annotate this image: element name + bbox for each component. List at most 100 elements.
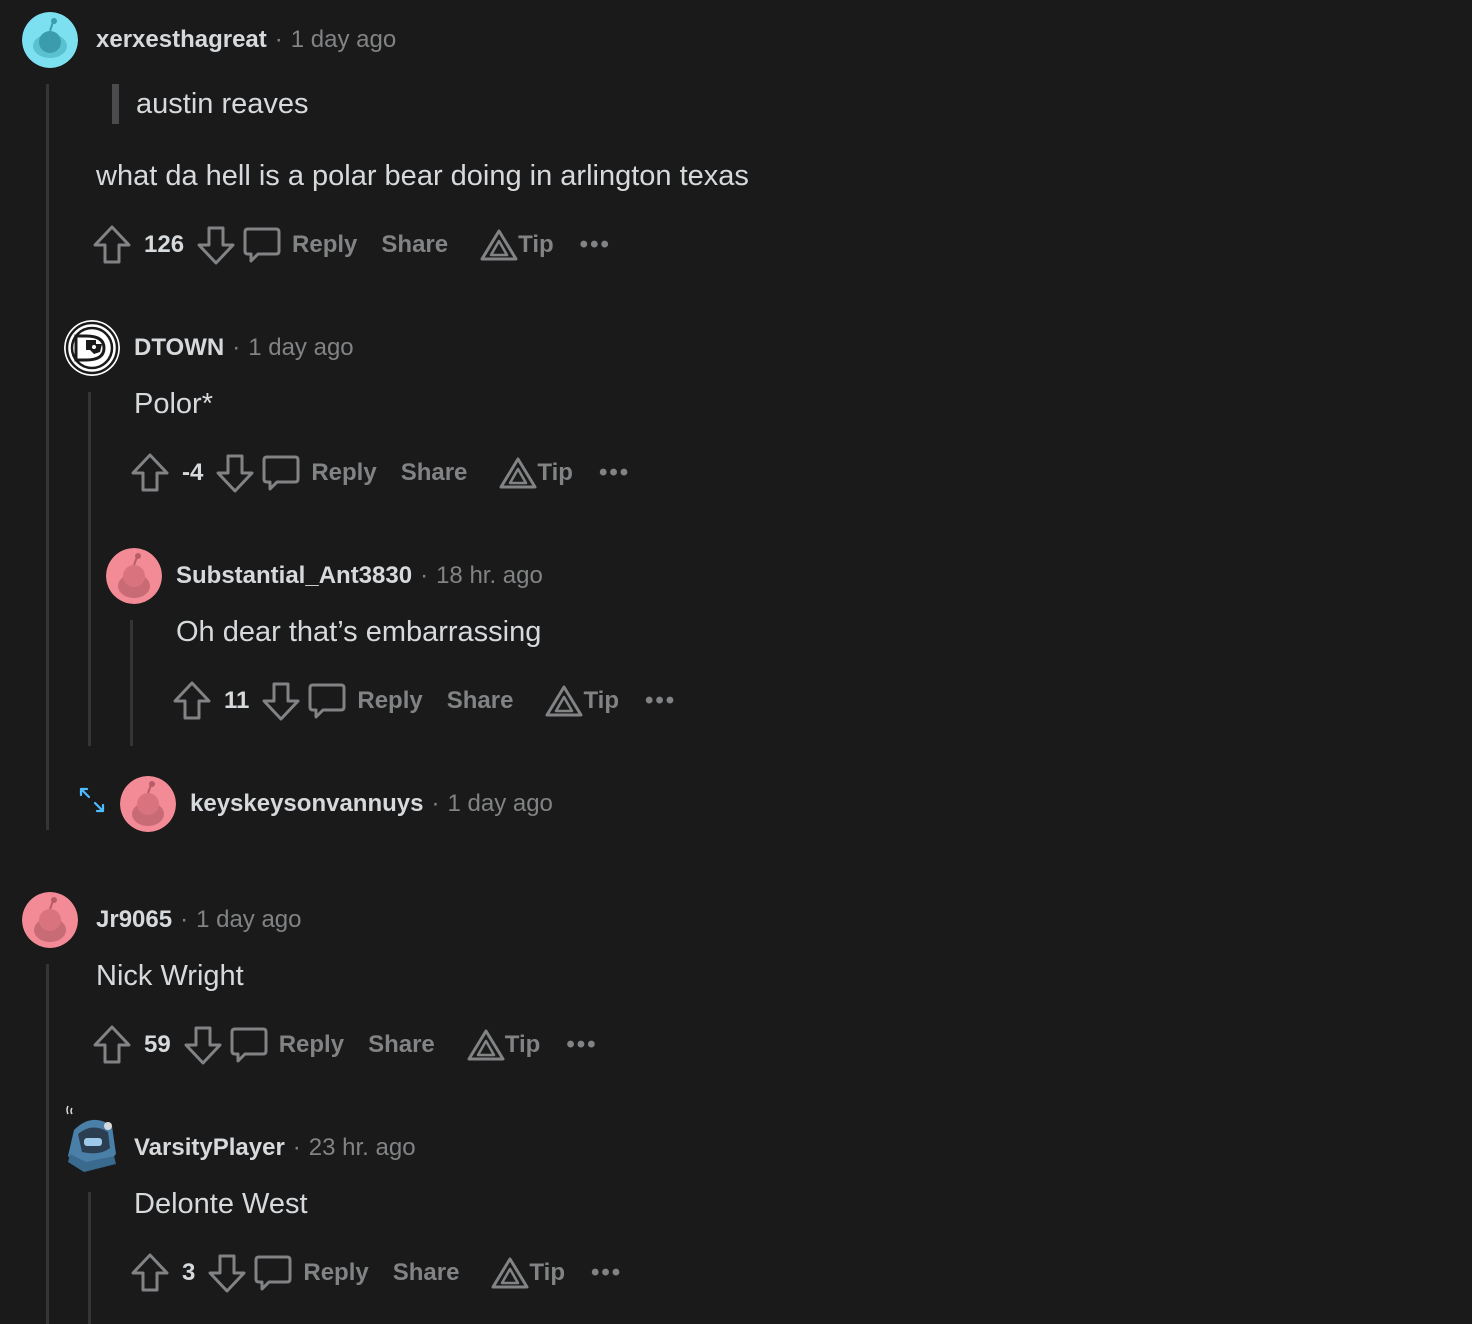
tip-button[interactable]: Tip: [467, 1028, 541, 1062]
avatar[interactable]: [120, 776, 176, 832]
comment-meta: DTOWN · 1 day ago: [134, 332, 354, 364]
avatar[interactable]: [22, 892, 78, 948]
snoo-avatar-icon: [22, 892, 78, 948]
comment-bubble-icon: [253, 1253, 293, 1293]
comment-body: Nick Wright: [96, 960, 244, 992]
comment-bubble-icon: [261, 453, 301, 493]
separator: ·: [274, 26, 283, 53]
share-button[interactable]: Share: [393, 1259, 460, 1287]
timestamp[interactable]: 1 day ago: [248, 334, 353, 361]
share-button[interactable]: Share: [401, 459, 468, 487]
reply-button[interactable]: Reply: [242, 225, 357, 265]
comment-body: Oh dear that’s embarrassing: [176, 616, 542, 648]
share-button[interactable]: Share: [368, 1031, 435, 1059]
score: 126: [144, 231, 185, 258]
tip-button[interactable]: Tip: [545, 684, 619, 718]
share-button[interactable]: Share: [381, 231, 448, 259]
tip-triangle-icon: [467, 1028, 505, 1062]
timestamp[interactable]: 1 day ago: [196, 906, 301, 933]
tip-button[interactable]: Tip: [491, 1256, 565, 1290]
avatar[interactable]: [64, 320, 120, 376]
reply-label: Reply: [311, 459, 377, 486]
separator: ·: [292, 1134, 301, 1161]
more-options-button[interactable]: •••: [566, 1031, 597, 1059]
separator: ·: [232, 334, 241, 361]
avatar[interactable]: [106, 548, 162, 604]
tip-label: Tip: [537, 459, 573, 486]
timestamp[interactable]: 1 day ago: [291, 26, 396, 53]
comment-meta: VarsityPlayer · 23 hr. ago: [134, 1132, 416, 1164]
comment-body: what da hell is a polar bear doing in ar…: [96, 160, 749, 192]
username[interactable]: DTOWN: [134, 334, 224, 361]
tip-triangle-icon: [545, 684, 583, 718]
more-options-button[interactable]: •••: [580, 231, 611, 259]
reply-label: Reply: [278, 1031, 345, 1058]
downvote-icon[interactable]: [207, 1252, 247, 1294]
reply-label: Reply: [303, 1259, 369, 1286]
timestamp[interactable]: 1 day ago: [447, 790, 552, 817]
score: -4: [182, 459, 204, 486]
tip-triangle-icon: [480, 228, 518, 262]
username[interactable]: Substantial_Ant3830: [176, 562, 412, 589]
quote-text: austin reaves: [136, 88, 309, 120]
reply-label: Reply: [292, 231, 358, 258]
thread-line[interactable]: [46, 84, 49, 830]
timestamp[interactable]: 18 hr. ago: [436, 562, 543, 589]
comment-meta: Substantial_Ant3830 · 18 hr. ago: [176, 560, 543, 592]
tip-button[interactable]: Tip: [499, 456, 573, 490]
upvote-icon[interactable]: [130, 1252, 170, 1294]
comment-bubble-icon: [307, 681, 347, 721]
more-options-button[interactable]: •••: [645, 687, 676, 715]
username[interactable]: keyskeysonvannuys: [190, 790, 423, 817]
separator: ·: [420, 562, 429, 589]
reply-button[interactable]: Reply: [307, 681, 423, 721]
thread-line[interactable]: [130, 620, 133, 746]
expand-thread-icon[interactable]: [78, 786, 106, 820]
score: 11: [224, 687, 250, 714]
tip-triangle-icon: [499, 456, 537, 490]
upvote-icon[interactable]: [92, 224, 132, 266]
comment-body: Polor*: [134, 388, 213, 420]
more-options-button[interactable]: •••: [599, 459, 630, 487]
username[interactable]: VarsityPlayer: [134, 1134, 285, 1161]
separator: ·: [431, 790, 440, 817]
score: 59: [144, 1031, 171, 1058]
comment-meta: Jr9065 · 1 day ago: [96, 904, 302, 936]
username[interactable]: Jr9065: [96, 906, 172, 933]
reply-button[interactable]: Reply: [253, 1253, 369, 1293]
tip-label: Tip: [504, 1031, 541, 1058]
thread-line[interactable]: [88, 392, 91, 746]
tip-button[interactable]: Tip: [480, 228, 554, 262]
username[interactable]: xerxesthagreat: [96, 26, 267, 53]
avatar[interactable]: [22, 12, 78, 68]
comment-meta: xerxesthagreat · 1 day ago: [96, 24, 396, 56]
upvote-icon[interactable]: [92, 1024, 132, 1066]
comment-meta: keyskeysonvannuys · 1 day ago: [190, 788, 553, 820]
snoo-avatar-icon: [22, 12, 78, 68]
avatar[interactable]: [64, 1104, 120, 1176]
tip-label: Tip: [583, 687, 619, 714]
thread-line[interactable]: [46, 964, 49, 1324]
timestamp[interactable]: 23 hr. ago: [309, 1134, 416, 1161]
reply-button[interactable]: Reply: [229, 1025, 344, 1065]
downvote-icon[interactable]: [215, 452, 255, 494]
downvote-icon[interactable]: [183, 1024, 223, 1066]
tip-label: Tip: [518, 231, 554, 258]
reply-label: Reply: [357, 687, 423, 714]
thread-line[interactable]: [88, 1192, 91, 1324]
comment-actions: 11 Reply Share Tip •••: [172, 677, 676, 725]
share-button[interactable]: Share: [447, 687, 514, 715]
comment-bubble-icon: [229, 1025, 269, 1065]
downvote-icon[interactable]: [196, 224, 236, 266]
upvote-icon[interactable]: [130, 452, 170, 494]
reply-button[interactable]: Reply: [261, 453, 377, 493]
robot-avatar-icon: [66, 1105, 116, 1172]
comment-bubble-icon: [242, 225, 282, 265]
tip-label: Tip: [529, 1259, 565, 1286]
more-options-button[interactable]: •••: [591, 1259, 622, 1287]
score: 3: [182, 1259, 196, 1286]
upvote-icon[interactable]: [172, 680, 212, 722]
downvote-icon[interactable]: [261, 680, 301, 722]
quote-bar: [112, 84, 119, 124]
comment-body: Delonte West: [134, 1188, 308, 1220]
